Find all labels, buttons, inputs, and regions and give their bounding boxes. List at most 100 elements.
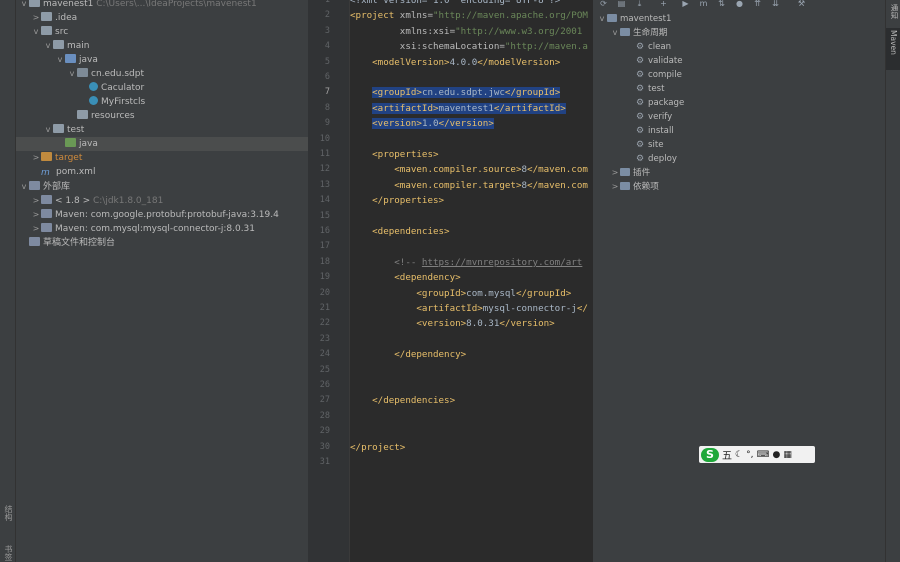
chevron-down-icon[interactable]: v	[67, 67, 77, 81]
code-line[interactable]: <artifactId>maventest1</artifactId>	[350, 101, 566, 116]
code-line[interactable]: <!-- https://mvnrepository.com/art	[350, 255, 582, 270]
lifecycle-phase-package[interactable]: ⚙ package	[635, 96, 684, 110]
ime-toolbar[interactable]: S 五 ☾ °, ⌨ ● ▦	[699, 446, 815, 463]
tree-row-label: 草稿文件和控制台	[43, 238, 116, 248]
settings-wrench-icon[interactable]: ⚒	[797, 0, 806, 8]
code-editor[interactable]: <?xml version="1.0" encoding="UTF-8"?> <p…	[350, 0, 592, 562]
lifecycle-phase-verify[interactable]: ⚙ verify	[635, 110, 672, 124]
add-folder-icon[interactable]: ▤	[617, 0, 626, 8]
chevron-right-icon[interactable]: >	[31, 11, 41, 25]
reload-icon[interactable]: ⟳	[599, 0, 608, 8]
line-number: 15	[319, 210, 330, 221]
tree-row[interactable]: v test	[16, 123, 308, 137]
tree-row[interactable]: MyFirstcls	[16, 95, 308, 109]
chevron-right-icon[interactable]: >	[31, 208, 41, 222]
code-line[interactable]: <?xml version="1.0" encoding="UTF-8"?>	[350, 0, 560, 8]
chevron-down-icon[interactable]: v	[43, 123, 53, 137]
code-token: "http://www.w3.org/2001	[455, 25, 583, 37]
tree-row[interactable]: > Maven: com.google.protobuf:protobuf-jav…	[16, 208, 308, 222]
lifecycle-phase-compile[interactable]: ⚙ compile	[635, 68, 682, 82]
code-line[interactable]: <dependency>	[350, 270, 461, 285]
lifecycle-phase-deploy[interactable]: ⚙ deploy	[635, 152, 677, 166]
ime-mode[interactable]: 五	[722, 447, 732, 462]
chevron-down-icon[interactable]: v	[19, 0, 29, 11]
keyboard-icon[interactable]: ⌨	[756, 450, 769, 460]
code-line[interactable]: <project xmlns="http://maven.apache.org/…	[350, 8, 588, 23]
maven-tab[interactable]: Maven	[886, 28, 900, 70]
bookmarks-tab[interactable]: 书签	[3, 545, 14, 561]
maven-goal-icon[interactable]: m	[699, 0, 708, 8]
pkg-icon	[77, 68, 88, 77]
code-line[interactable]: <modelVersion>4.0.0</modelVersion>	[350, 55, 560, 70]
tree-row[interactable]: v mavenest1 C:\Users\...\IdeaProjects\mav…	[16, 0, 308, 11]
code-line[interactable]: <maven.compiler.source>8</maven.com	[350, 162, 588, 177]
structure-tab[interactable]: 结构	[3, 505, 14, 521]
code-line[interactable]: <groupId>com.mysql</groupId>	[350, 286, 571, 301]
ime-logo-icon[interactable]: S	[701, 447, 719, 462]
chevron-down-icon[interactable]: v	[55, 53, 65, 67]
lifecycle-phase-test[interactable]: ⚙ test	[635, 82, 665, 96]
chevron-down-icon[interactable]: v	[31, 25, 41, 39]
chevron-down-icon[interactable]: v	[43, 39, 53, 53]
add-icon[interactable]: +	[659, 0, 668, 8]
skip-tests-icon[interactable]: ●	[735, 0, 744, 8]
dependencies-node[interactable]: > 依赖项	[610, 180, 659, 194]
code-line[interactable]: xmlns:xsi="http://www.w3.org/2001	[350, 24, 583, 39]
plugins-node[interactable]: > 插件	[610, 166, 650, 180]
tree-row[interactable]: v 外部库	[16, 180, 308, 194]
lifecycle-phase-site[interactable]: ⚙ site	[635, 138, 664, 152]
tree-row-label: .idea	[55, 13, 78, 23]
tree-row[interactable]: resources	[16, 109, 308, 123]
folder-icon	[77, 110, 88, 119]
tree-row[interactable]: v main	[16, 39, 308, 53]
toggle-offline-icon[interactable]: ⇅	[717, 0, 726, 8]
moon-icon[interactable]: ☾	[735, 450, 743, 460]
gear-icon: ⚙	[635, 154, 645, 164]
lifecycle-node[interactable]: v 生命周期	[610, 26, 667, 40]
tree-row[interactable]: v cn.edu.sdpt	[16, 67, 308, 81]
tree-row[interactable]: java	[16, 137, 308, 151]
chevron-down-icon[interactable]: v	[19, 180, 29, 194]
punctuation-icon[interactable]: °,	[746, 450, 753, 460]
code-line[interactable]: <version>1.0</version>	[350, 116, 494, 131]
notifications-tab[interactable]: 通知	[889, 4, 900, 19]
code-line[interactable]: </dependencies>	[350, 393, 455, 408]
tree-row[interactable]: > Maven: com.mysql:mysql-connector-j:8.0.…	[16, 222, 308, 236]
code-line[interactable]: <version>8.0.31</version>	[350, 316, 554, 331]
chevron-right-icon[interactable]: >	[31, 222, 41, 236]
maven-project-node[interactable]: v maventest1	[597, 12, 671, 26]
lifecycle-phase-validate[interactable]: ⚙ validate	[635, 54, 683, 68]
line-number: 4	[324, 41, 330, 52]
class-icon	[89, 96, 98, 105]
code-token: <version>	[350, 318, 467, 330]
code-line[interactable]: <maven.compiler.target>8</maven.com	[350, 178, 588, 193]
code-line[interactable]: xsi:schemaLocation="http://maven.a	[350, 39, 588, 54]
lifecycle-phase-install[interactable]: ⚙ install	[635, 124, 674, 138]
tree-row[interactable]: m pom.xml	[16, 165, 308, 179]
user-icon[interactable]: ●	[772, 450, 780, 460]
chevron-right-icon[interactable]: >	[31, 151, 41, 165]
tree-row[interactable]: > .idea	[16, 11, 308, 25]
expand-all-icon[interactable]: ⇈	[753, 0, 762, 8]
code-line[interactable]: <artifactId>mysql-connector-j</	[350, 301, 588, 316]
run-icon[interactable]: ▶	[681, 0, 690, 8]
grid-icon[interactable]: ▦	[783, 450, 792, 460]
tree-row[interactable]: 草稿文件和控制台	[16, 236, 308, 250]
code-line[interactable]: </dependency>	[350, 347, 466, 362]
tree-row[interactable]: Caculator	[16, 81, 308, 95]
tree-row[interactable]: > target	[16, 151, 308, 165]
collapse-all-icon[interactable]: ⇊	[771, 0, 780, 8]
code-line[interactable]: <properties>	[350, 147, 438, 162]
download-icon[interactable]: ⤓	[635, 0, 644, 8]
tree-row[interactable]: > < 1.8 > C:\jdk1.8.0_181	[16, 194, 308, 208]
gear-icon: ⚙	[635, 98, 645, 108]
tree-row[interactable]: v src	[16, 25, 308, 39]
code-line[interactable]: <groupId>cn.edu.sdpt.jwc</groupId>	[350, 85, 561, 100]
code-line[interactable]: </properties>	[350, 193, 444, 208]
code-line[interactable]: <dependencies>	[350, 224, 449, 239]
tree-row[interactable]: v java	[16, 53, 308, 67]
code-line[interactable]: </project>	[350, 440, 405, 455]
chevron-right-icon[interactable]: >	[31, 194, 41, 208]
code-token: <dependency>	[350, 272, 461, 284]
lifecycle-phase-clean[interactable]: ⚙ clean	[635, 40, 671, 54]
